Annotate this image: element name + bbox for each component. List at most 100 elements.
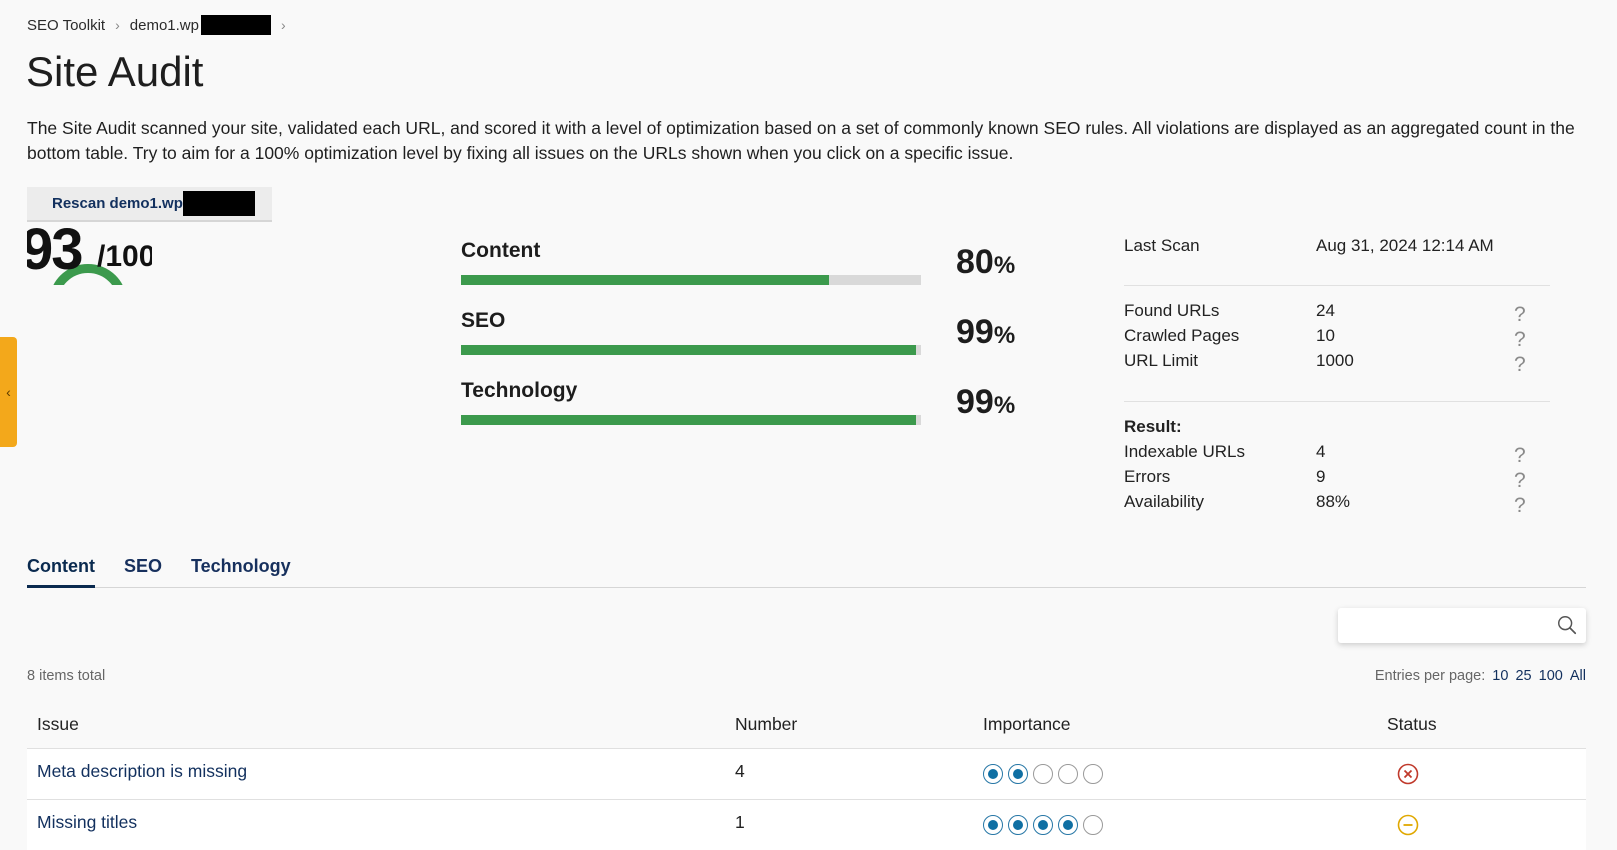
tab-bar: Content SEO Technology — [27, 554, 1586, 588]
status-warning-icon — [1397, 814, 1419, 841]
help-icon[interactable]: ? — [1514, 328, 1526, 352]
importance-dot — [1008, 764, 1028, 784]
help-icon[interactable]: ? — [1514, 353, 1526, 377]
category-progress-fill — [461, 345, 917, 355]
stat-indexable-urls: Indexable URLs 4 ? — [1124, 442, 1550, 467]
search-box — [1338, 608, 1586, 643]
issue-link[interactable]: Missing titles — [37, 812, 137, 833]
category-progress-fill — [461, 415, 917, 425]
stat-label: Last Scan — [1124, 236, 1200, 255]
breadcrumb-root[interactable]: SEO Toolkit — [27, 17, 105, 34]
header-issue[interactable]: Issue — [37, 714, 79, 735]
stat-value: Aug 31, 2024 12:14 AM — [1316, 236, 1494, 255]
side-panel-toggle[interactable]: ‹ — [0, 337, 17, 447]
table-row[interactable]: Meta description is missing 4 — [27, 749, 1586, 800]
redacted-block — [200, 15, 271, 35]
breadcrumb-separator-icon: › — [115, 17, 120, 33]
result-label: Result: — [1124, 417, 1182, 436]
stat-value: 10 — [1316, 326, 1335, 345]
table-row[interactable]: Missing titles 1 — [27, 800, 1586, 850]
entries-per-page: Entries per page: 10 25 100 All — [1375, 668, 1586, 684]
entries-option-25[interactable]: 25 — [1515, 668, 1531, 684]
stat-label: URL Limit — [1124, 351, 1198, 370]
category-progress-bar — [461, 275, 921, 285]
stat-label: Errors — [1124, 467, 1171, 486]
issue-link[interactable]: Meta description is missing — [37, 761, 247, 782]
tab-seo[interactable]: SEO — [124, 554, 162, 588]
help-icon[interactable]: ? — [1514, 444, 1526, 468]
search-icon[interactable] — [1556, 614, 1578, 636]
header-importance[interactable]: Importance — [983, 714, 1071, 735]
importance-dot — [1058, 815, 1078, 835]
score-value: 93 — [27, 222, 83, 282]
help-icon[interactable]: ? — [1514, 469, 1526, 493]
entries-option-10[interactable]: 10 — [1492, 668, 1508, 684]
stat-found-urls: Found URLs 24 ? — [1124, 301, 1550, 326]
tab-content[interactable]: Content — [27, 554, 95, 588]
stat-label: Crawled Pages — [1124, 326, 1240, 345]
importance-dot — [983, 815, 1003, 835]
help-icon[interactable]: ? — [1514, 303, 1526, 327]
category-progress-bar — [461, 345, 921, 355]
category-progress-fill — [461, 275, 829, 285]
category-content: Content 80% — [461, 239, 1021, 285]
stat-value: 24 — [1316, 301, 1335, 320]
importance-dot — [1008, 815, 1028, 835]
importance-rating — [983, 764, 1108, 784]
chevron-left-icon: ‹ — [6, 384, 11, 400]
divider — [1124, 285, 1550, 286]
category-percent: 99% — [956, 383, 1016, 421]
stat-crawled-pages: Crawled Pages 10 ? — [1124, 326, 1550, 351]
stat-label: Found URLs — [1124, 301, 1220, 320]
page-title: Site Audit — [26, 48, 204, 95]
stat-value: 4 — [1316, 442, 1326, 461]
issue-count: 1 — [735, 812, 745, 832]
category-label: SEO — [461, 309, 506, 332]
help-icon[interactable]: ? — [1514, 494, 1526, 518]
issue-count: 4 — [735, 761, 745, 781]
redacted-block — [182, 191, 255, 216]
importance-dot — [1033, 815, 1053, 835]
stat-label: Indexable URLs — [1124, 442, 1245, 461]
category-technology: Technology 99% — [461, 379, 1021, 425]
divider — [1124, 401, 1550, 402]
breadcrumb-site[interactable]: demo1.wp — [130, 17, 199, 34]
items-total: 8 items total — [27, 668, 106, 684]
stat-last-scan: Last Scan Aug 31, 2024 12:14 AM — [1124, 236, 1550, 261]
importance-dot — [1083, 764, 1103, 784]
overall-score: 93 /100 — [27, 222, 152, 285]
importance-rating — [983, 815, 1108, 835]
intro-text: The Site Audit scanned your site, valida… — [27, 118, 1575, 163]
stat-value: 88% — [1316, 492, 1351, 511]
entries-option-all[interactable]: All — [1570, 668, 1586, 684]
category-label: Technology — [461, 379, 578, 402]
category-seo: SEO 99% — [461, 309, 1021, 355]
header-number[interactable]: Number — [735, 714, 797, 735]
importance-dot — [1083, 815, 1103, 835]
tab-technology[interactable]: Technology — [191, 554, 291, 588]
issues-table: Issue Number Importance Status Meta desc… — [27, 702, 1586, 850]
entries-label: Entries per page: — [1374, 668, 1486, 684]
rescan-button-label: Rescan demo1.wp — [52, 195, 183, 212]
category-percent: 99% — [956, 313, 1016, 351]
category-progress-bar — [461, 415, 921, 425]
table-header: Issue Number Importance Status — [27, 702, 1586, 749]
stat-errors: Errors 9 ? — [1124, 467, 1550, 492]
status-error-icon — [1397, 763, 1419, 790]
entries-option-100[interactable]: 100 — [1539, 668, 1563, 684]
category-percent: 80% — [956, 243, 1016, 281]
importance-dot — [1058, 764, 1078, 784]
rescan-button[interactable]: Rescan demo1.wp — [27, 187, 272, 222]
breadcrumb: SEO Toolkit › demo1.wp › — [27, 15, 296, 35]
stat-url-limit: URL Limit 1000 ? — [1124, 351, 1550, 376]
search-input[interactable] — [1338, 608, 1538, 643]
stat-value: 1000 — [1316, 351, 1354, 370]
breadcrumb-separator-icon: › — [280, 17, 286, 33]
stat-value: 9 — [1316, 467, 1326, 486]
stat-label: Availability — [1124, 492, 1205, 511]
score-max: /100 — [97, 240, 152, 273]
stat-availability: Availability 88% ? — [1124, 492, 1550, 517]
header-status[interactable]: Status — [1387, 714, 1437, 735]
category-label: Content — [461, 239, 541, 262]
importance-dot — [1033, 764, 1053, 784]
